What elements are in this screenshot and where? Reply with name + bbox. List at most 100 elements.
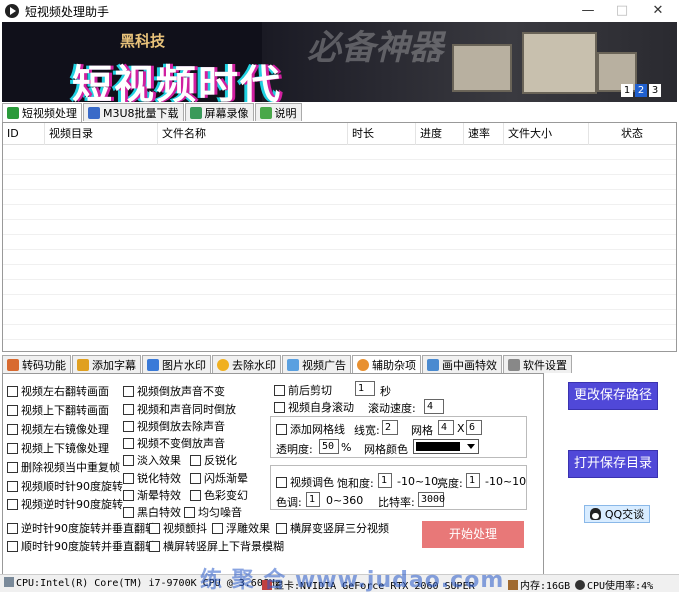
col-status[interactable]: 状态	[589, 123, 676, 145]
opt-ccw90-vflip[interactable]: 逆时针90度旋转并垂直翻转	[7, 520, 156, 536]
promo-banner[interactable]: 必备神器 黑科技 短视频时代 1 2 3	[2, 22, 677, 102]
opt-color-grade[interactable]: 视频调色	[276, 474, 334, 490]
tab-video-ad[interactable]: 视频广告	[282, 355, 351, 373]
hue-input[interactable]: 1	[306, 492, 320, 507]
qq-chat-button[interactable]: QQ交谈	[584, 505, 650, 523]
col-rate[interactable]: 速率	[464, 123, 504, 145]
table-row[interactable]	[3, 250, 676, 265]
opt-fade-in[interactable]: 淡入效果	[123, 452, 181, 468]
opt-cw90-vflip[interactable]: 顺时针90度旋转并垂直翻转	[7, 538, 156, 554]
start-button[interactable]: 开始处理	[422, 521, 524, 548]
tab-image-watermark[interactable]: 图片水印	[142, 355, 211, 373]
open-save-dir-button[interactable]: 打开保存目录	[568, 450, 658, 478]
helper-icon	[357, 359, 369, 371]
brightness-input[interactable]: 1	[466, 473, 480, 488]
opt-sharpen[interactable]: 锐化特效	[123, 470, 181, 486]
col-duration[interactable]: 时长	[348, 123, 416, 145]
table-row[interactable]	[3, 295, 676, 310]
tab-subtitle[interactable]: 添加字幕	[72, 355, 141, 373]
table-row[interactable]	[3, 190, 676, 205]
col-progress[interactable]: 进度	[416, 123, 464, 145]
opt-shake[interactable]: 视频颤抖	[149, 520, 207, 536]
table-row[interactable]	[3, 220, 676, 235]
saturation-label: 饱和度:	[337, 477, 374, 490]
col-size[interactable]: 文件大小	[504, 123, 589, 145]
memory-icon	[508, 580, 518, 590]
table-row[interactable]	[3, 205, 676, 220]
opt-trim[interactable]: 前后剪切	[274, 382, 332, 398]
col-id[interactable]: ID	[3, 123, 45, 145]
grid-cols-input[interactable]: 4	[438, 420, 454, 435]
device-graphic	[522, 32, 597, 94]
opt-vignette[interactable]: 渐晕特效	[123, 487, 181, 503]
banner-page-2[interactable]: 2	[635, 84, 647, 97]
table-row[interactable]	[3, 310, 676, 325]
opt-rotate-cw90[interactable]: 视频顺时针90度旋转	[7, 478, 123, 494]
opt-self-scroll[interactable]: 视频自身滚动	[274, 399, 354, 415]
table-row[interactable]	[3, 325, 676, 340]
banner-page-3[interactable]: 3	[649, 84, 661, 97]
opt-remove-dup-frames[interactable]: 删除视频当中重复帧	[7, 459, 120, 475]
tab-transcode[interactable]: 转码功能	[2, 355, 71, 373]
opt-emboss[interactable]: 浮雕效果	[212, 520, 270, 536]
change-save-path-button[interactable]: 更改保存路径	[568, 382, 658, 410]
cpu-icon	[4, 577, 14, 587]
col-filename[interactable]: 文件名称	[158, 123, 348, 145]
opt-landscape-blur-bg[interactable]: 横屏转竖屏上下背景模糊	[149, 538, 284, 554]
table-row[interactable]	[3, 160, 676, 175]
scroll-speed-label: 滚动速度:	[368, 402, 416, 415]
tab-help[interactable]: 说明	[254, 103, 302, 121]
banner-page-1[interactable]: 1	[621, 84, 633, 97]
col-dir[interactable]: 视频目录	[45, 123, 158, 145]
scroll-speed-input[interactable]: 4	[424, 399, 444, 414]
opt-flicker-vignette[interactable]: 闪烁渐晕	[190, 470, 248, 486]
table-row[interactable]	[3, 145, 676, 160]
opt-grid-lines[interactable]: 添加网格线	[276, 421, 345, 437]
title-bar: 短视频处理助手 — □ ✕	[0, 0, 679, 22]
table-row[interactable]	[3, 280, 676, 295]
cpu-usage: CPU使用率:4%	[575, 577, 653, 592]
opt-color-shift[interactable]: 色彩变幻	[190, 487, 248, 503]
tab-screen-record[interactable]: 屏幕录像	[184, 103, 254, 121]
tab-misc[interactable]: 辅助杂项	[352, 355, 421, 374]
saturation-input[interactable]: 1	[378, 473, 392, 488]
video-table[interactable]: ID 视频目录 文件名称 时长 进度 速率 文件大小 状态	[2, 122, 677, 352]
table-row[interactable]	[3, 175, 676, 190]
sun-icon	[217, 358, 229, 371]
minimize-button[interactable]: —	[570, 0, 606, 22]
grid-opacity-label: 透明度:	[276, 443, 313, 456]
penguin-icon	[589, 508, 601, 520]
grid-opacity-input[interactable]: 50	[319, 439, 339, 454]
opt-flip-vertical[interactable]: 视频上下翻转画面	[7, 402, 109, 418]
feature-tabs: 转码功能 添加字幕 图片水印 去除水印 视频广告 辅助杂项 画中画特效 软件设置	[2, 355, 573, 374]
opt-mirror-horizontal[interactable]: 视频左右镜像处理	[7, 421, 109, 437]
video-icon	[7, 107, 19, 119]
tab-short-video[interactable]: 短视频处理	[2, 103, 82, 122]
help-icon	[259, 106, 272, 119]
close-button[interactable]: ✕	[640, 0, 676, 22]
trim-seconds-input[interactable]: 1	[355, 381, 375, 396]
window-title: 短视频处理助手	[25, 4, 110, 19]
opt-unsharpen[interactable]: 反锐化	[190, 452, 237, 468]
opt-rotate-ccw90[interactable]: 视频逆时针90度旋转	[7, 496, 123, 512]
opt-mirror-vertical[interactable]: 视频上下镜像处理	[7, 440, 109, 456]
grid-color-picker[interactable]	[413, 439, 479, 454]
tab-settings[interactable]: 软件设置	[503, 355, 572, 373]
tab-remove-watermark[interactable]: 去除水印	[212, 355, 281, 373]
tab-pip[interactable]: 画中画特效	[422, 355, 502, 373]
opt-black-white[interactable]: 黑白特效	[123, 504, 181, 520]
maximize-button[interactable]: □	[604, 0, 640, 22]
tab-m3u8[interactable]: M3U8批量下载	[83, 103, 184, 121]
opt-landscape-triple[interactable]: 横屏变竖屏三分视频	[276, 520, 389, 536]
table-row[interactable]	[3, 265, 676, 280]
bitrate-input[interactable]: 3000	[418, 492, 445, 507]
grid-rows-input[interactable]: 6	[466, 420, 482, 435]
grid-width-input[interactable]: 2	[382, 420, 398, 435]
opt-reverse-both[interactable]: 视频和声音同时倒放	[123, 401, 236, 417]
opt-flip-horizontal[interactable]: 视频左右翻转画面	[7, 383, 109, 399]
table-row[interactable]	[3, 235, 676, 250]
opt-reverse-mute[interactable]: 视频倒放去除声音	[123, 418, 225, 434]
opt-uniform-noise[interactable]: 均匀噪音	[184, 504, 242, 520]
opt-reverse-keep-audio[interactable]: 视频倒放声音不变	[123, 383, 225, 399]
opt-reverse-audio-only[interactable]: 视频不变倒放声音	[123, 435, 225, 451]
